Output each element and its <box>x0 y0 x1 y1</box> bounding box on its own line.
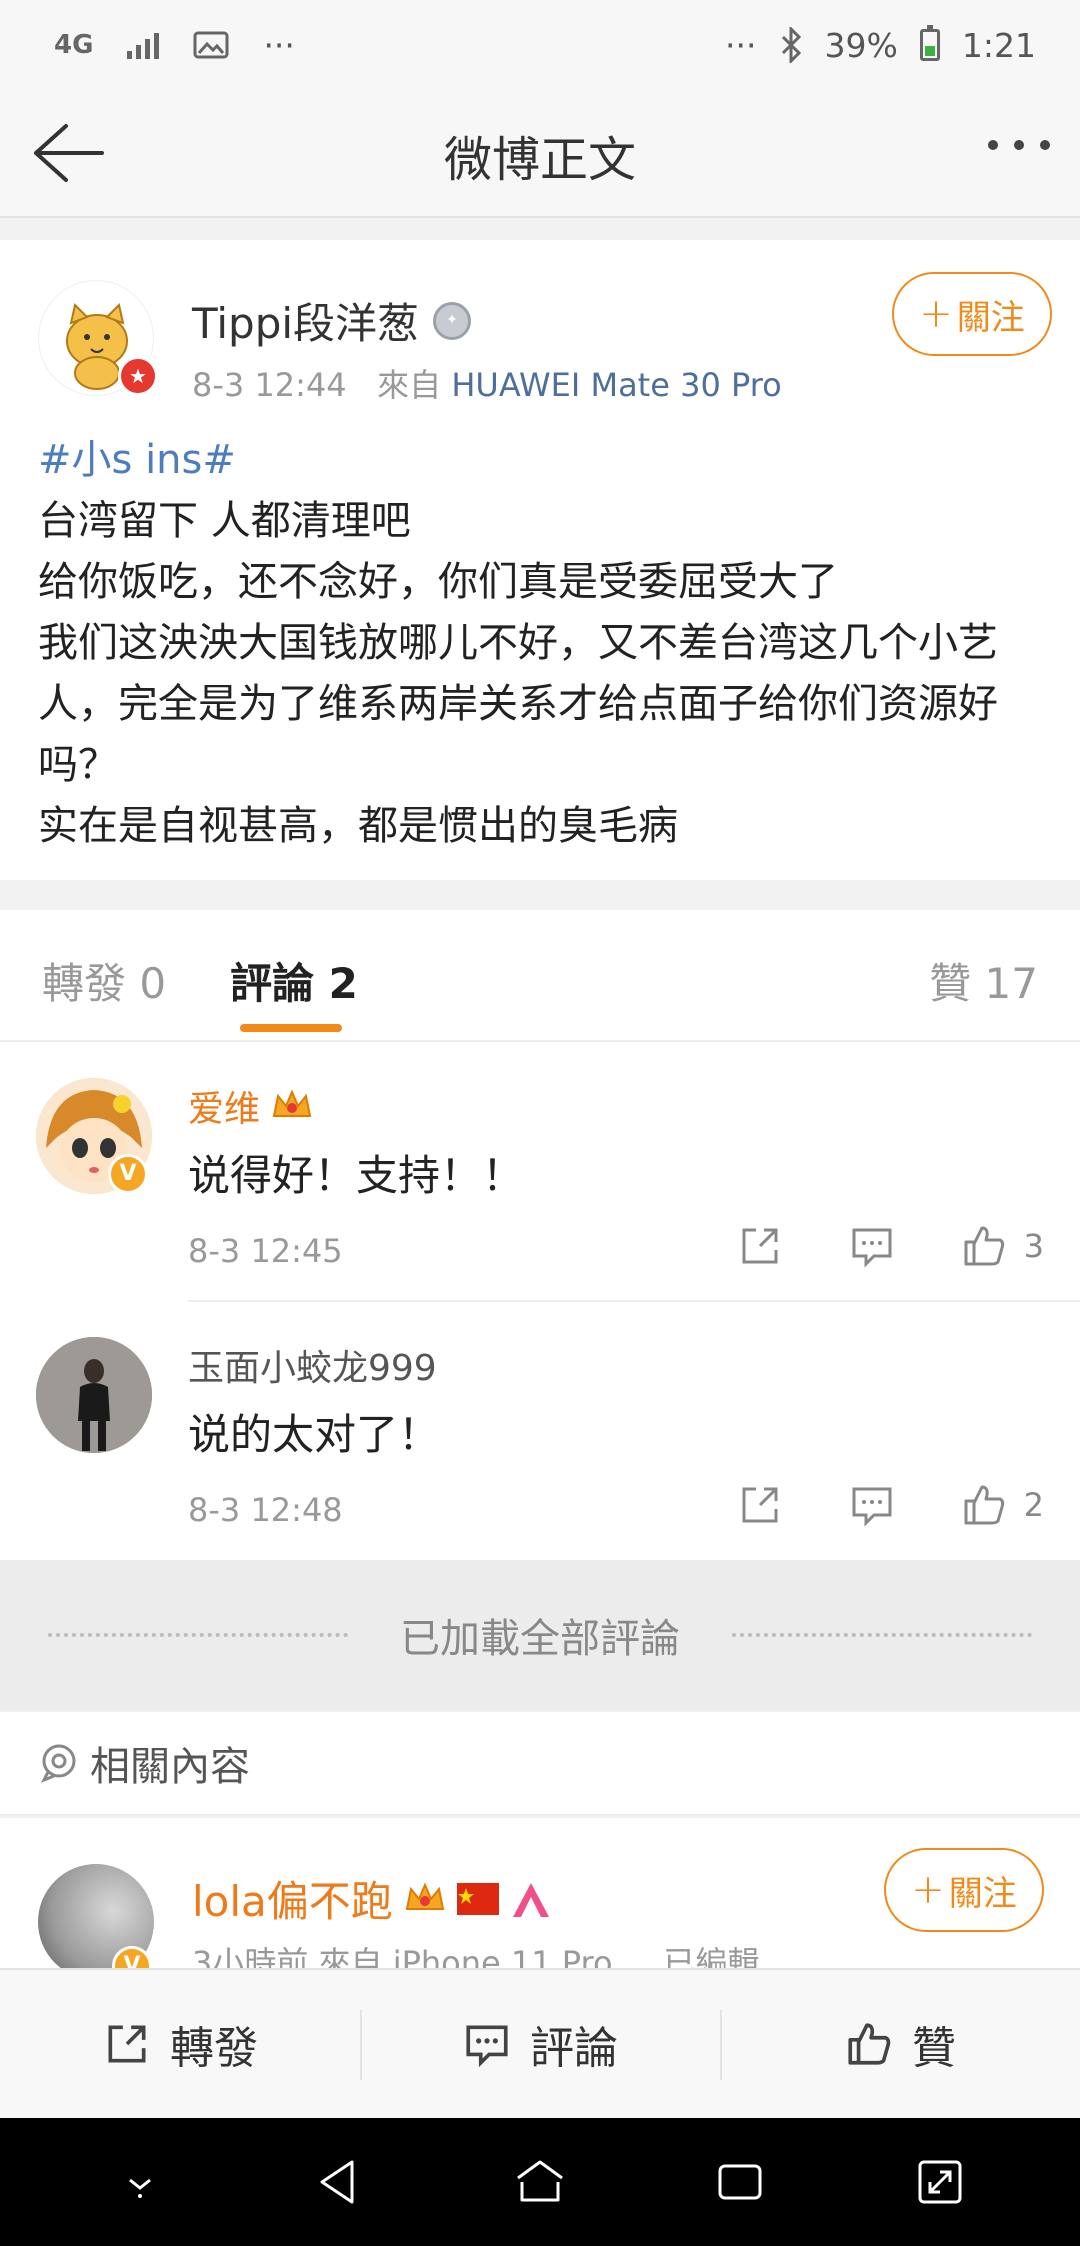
post-tabs: 轉發 0 評論 2 贊 17 <box>0 910 1080 1042</box>
loaded-all-text: 已加載全部評論 <box>400 1616 680 1662</box>
share-icon[interactable] <box>736 1481 784 1529</box>
thumbs-up-icon <box>964 1485 1004 1525</box>
repost-icon <box>108 2025 146 2063</box>
related-follow-button[interactable]: + 關注 <box>884 1848 1044 1932</box>
commenter-name[interactable]: 玉面小蛟龙999 <box>188 1339 437 1391</box>
signal-icon <box>127 31 160 59</box>
commenter-name-row: 爱维 <box>188 1080 314 1132</box>
commenter-name-row: 玉面小蛟龙999 <box>188 1339 437 1391</box>
china-flag-icon <box>456 1882 499 1915</box>
post-meta: 8-3 12:44 來自 HUAWEI Mate 30 Pro <box>192 360 782 406</box>
comment-label: 評論 <box>530 2023 618 2074</box>
follow-label: 關注 <box>956 297 1025 338</box>
dotted-divider <box>48 1633 348 1637</box>
author-name-row: Tippi段洋葱 ✦ <box>192 290 472 351</box>
commenter-name[interactable]: 爱维 <box>188 1080 260 1132</box>
follow-button[interactable]: + 關注 <box>892 272 1052 356</box>
comment-time: 8-3 12:45 <box>188 1232 343 1270</box>
comment-text: 说的太对了！ <box>188 1410 441 1459</box>
crown-icon <box>272 1089 312 1117</box>
related-post[interactable]: V lola偏不跑 3小時前 來自 iPhone 11 Pro ... 已編輯 … <box>0 1818 1080 1968</box>
status-bar: 4G ··· ··· 39% 1:21 <box>0 0 1080 90</box>
repost-button[interactable]: 轉發 <box>0 1970 360 2118</box>
tab-likes[interactable]: 贊 17 <box>929 950 1038 1011</box>
dotted-divider <box>732 1633 1032 1637</box>
verified-badge-icon: ★ <box>118 356 158 396</box>
page-title: 微博正文 <box>443 132 636 188</box>
like-label: 贊 <box>912 2023 956 2074</box>
expand-nav-icon[interactable] <box>910 2152 970 2212</box>
bottom-toolbar: 轉發 評論 贊 <box>0 1968 1080 2118</box>
comment-item: V 爱维 说得好！支持！！ 8-3 12:45 3 <box>0 1042 1080 1302</box>
post-body: #小s ins# 台湾留下 人都清理吧 给你饭吃，还不念好，你们真是受委屈受大了… <box>38 430 1048 857</box>
comment-list: V 爱维 说得好！支持！！ 8-3 12:45 3 玉面小蛟龙999 说的太对了… <box>0 1042 1080 1560</box>
network-indicator: 4G <box>54 30 94 60</box>
back-nav-icon[interactable] <box>310 2152 370 2212</box>
reply-icon[interactable] <box>848 1222 896 1270</box>
thumbs-up-icon <box>848 2023 891 2065</box>
home-nav-icon[interactable] <box>510 2152 570 2212</box>
related-header: 相關內容 <box>0 1712 1080 1816</box>
post-time: 8-3 12:44 <box>192 366 347 404</box>
repost-label: 轉發 <box>170 2023 258 2074</box>
a-badge-icon <box>512 1882 549 1917</box>
comment-actions: 3 <box>736 1222 1044 1270</box>
related-icon <box>40 1744 76 1783</box>
system-nav-bar <box>0 2118 1080 2246</box>
post-line: 实在是自视甚高，都是惯出的臭毛病 <box>38 803 678 849</box>
comment-time: 8-3 12:48 <box>188 1491 343 1529</box>
post-line: 给你饭吃，还不念好，你们真是受委屈受大了 <box>38 559 838 605</box>
share-icon[interactable] <box>736 1222 784 1270</box>
status-overflow: ··· <box>725 25 757 65</box>
photo-avatar-icon <box>36 1337 152 1453</box>
gallery-icon <box>193 31 229 59</box>
more-options-icon[interactable] <box>988 140 1050 150</box>
recents-nav-icon[interactable] <box>710 2152 770 2212</box>
thumbs-up-icon <box>964 1226 1004 1266</box>
clock: 1:21 <box>961 25 1036 65</box>
tab-repost[interactable]: 轉發 0 <box>42 950 166 1011</box>
related-author-row: lola偏不跑 <box>192 1868 553 1929</box>
crown-icon <box>405 1881 445 1910</box>
like-button[interactable]: 2 <box>960 1481 1044 1529</box>
related-author-name[interactable]: lola偏不跑 <box>192 1868 393 1929</box>
bluetooth-icon <box>781 27 801 63</box>
battery-percent: 39% <box>824 25 898 65</box>
post-line: 我们这泱泱大国钱放哪儿不好，又不差台湾这几个小艺人，完全是为了维系两岸关系才给点… <box>38 620 998 788</box>
author-name[interactable]: Tippi段洋葱 <box>192 290 419 351</box>
post-source[interactable]: HUAWEI Mate 30 Pro <box>451 366 781 404</box>
plus-icon: + <box>911 1867 945 1913</box>
active-tab-indicator <box>240 1024 342 1032</box>
commenter-avatar[interactable] <box>36 1337 152 1453</box>
reply-icon[interactable] <box>848 1481 896 1529</box>
like-count: 2 <box>1023 1486 1044 1524</box>
comment-icon <box>466 2025 508 2068</box>
notification-overflow: ··· <box>263 25 295 65</box>
like-button[interactable]: 3 <box>960 1222 1044 1270</box>
post-line: 台湾留下 人都清理吧 <box>38 498 411 544</box>
post-card: ★ Tippi段洋葱 ✦ 8-3 12:44 來自 HUAWEI Mate 30… <box>0 240 1080 880</box>
battery-icon <box>919 25 940 61</box>
hashtag-link[interactable]: #小s ins# <box>38 430 1048 491</box>
verified-v-icon: V <box>108 1154 148 1194</box>
like-post-button[interactable]: 贊 <box>720 1970 1080 2118</box>
source-prefix: 來自 <box>377 366 442 404</box>
comment-button[interactable]: 評論 <box>360 1970 720 2118</box>
nav-bar: 微博正文 <box>0 90 1080 218</box>
comment-text: 说得好！支持！！ <box>188 1151 525 1200</box>
hide-keyboard-icon[interactable] <box>110 2152 170 2212</box>
medal-icon: ✦ <box>433 301 472 340</box>
comment-item: 玉面小蛟龙999 说的太对了！ 8-3 12:48 2 <box>0 1301 1080 1560</box>
tab-comments[interactable]: 評論 2 <box>230 950 358 1011</box>
plus-icon: + <box>919 291 953 337</box>
like-count: 3 <box>1023 1227 1044 1265</box>
all-comments-loaded: 已加載全部評論 <box>0 1560 1080 1710</box>
related-title: 相關內容 <box>90 1744 250 1790</box>
related-meta: 3小時前 來自 iPhone 11 Pro ... 已編輯 <box>192 1944 760 1968</box>
comment-actions: 2 <box>736 1481 1044 1529</box>
follow-label: 關注 <box>948 1873 1017 1914</box>
